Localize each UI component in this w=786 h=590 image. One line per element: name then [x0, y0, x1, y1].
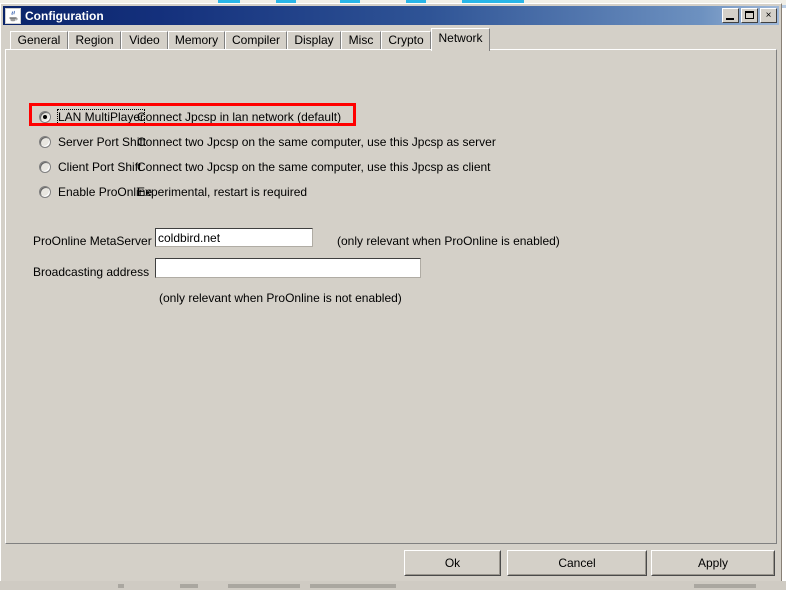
radio-label-client-port-shift: Client Port Shift	[58, 160, 142, 174]
tab-network[interactable]: Network	[431, 28, 490, 51]
window-title: Configuration	[25, 8, 104, 23]
close-icon: ×	[765, 10, 772, 21]
ok-button[interactable]: Ok	[404, 550, 501, 576]
label-broadcasting-address: Broadcasting address	[33, 265, 150, 279]
network-tab-content: LAN MultiPlayer Connect Jpcsp in lan netw…	[6, 50, 776, 543]
radio-row-client-port-shift[interactable]: Client Port Shift	[39, 158, 142, 176]
fringe-smudge	[118, 584, 124, 588]
input-broadcasting-address[interactable]	[155, 258, 421, 278]
radio-label-server-port-shift: Server Port Shift	[58, 135, 147, 149]
minimize-button[interactable]	[722, 8, 739, 23]
window-titlebar: Configuration ×	[3, 6, 779, 25]
radio-row-enable-proonline[interactable]: Enable ProOnline	[39, 183, 153, 201]
tab-misc[interactable]: Misc	[341, 31, 381, 50]
radio-button-server-port-shift[interactable]	[39, 136, 51, 148]
tab-bar: General Region Video Memory Compiler Display M…	[5, 28, 777, 51]
fringe-smudge	[180, 584, 198, 588]
tab-crypto[interactable]: Crypto	[381, 31, 431, 50]
radio-description-server-port-shift: Connect two Jpcsp on the same computer, …	[137, 135, 496, 149]
fringe-smudge	[694, 584, 756, 588]
maximize-icon	[745, 11, 754, 19]
network-tab-panel: LAN MultiPlayer Connect Jpcsp in lan netw…	[5, 49, 777, 544]
tab-video[interactable]: Video	[121, 31, 168, 50]
apply-button-label: Apply	[652, 551, 774, 575]
ok-button-label: Ok	[405, 551, 500, 575]
java-coffee-cup-icon	[5, 7, 21, 24]
apply-button[interactable]: Apply	[651, 550, 775, 576]
radio-description-enable-proonline: Experimental, restart is required	[137, 185, 308, 199]
note-broadcasting-address: (only relevant when ProOnline is not ena…	[159, 291, 402, 305]
configuration-window: Configuration × General Region Video Memory…	[0, 3, 782, 588]
radio-description-lan-multiplayer: Connect Jpcsp in lan network (default)	[137, 110, 342, 124]
tab-display[interactable]: Display	[287, 31, 341, 50]
radio-row-server-port-shift[interactable]: Server Port Shift	[39, 133, 147, 151]
tab-region[interactable]: Region	[68, 31, 121, 50]
tab-general[interactable]: General	[10, 31, 68, 50]
radio-button-enable-proonline[interactable]	[39, 186, 51, 198]
radio-button-client-port-shift[interactable]	[39, 161, 51, 173]
radio-row-lan-multiplayer[interactable]: LAN MultiPlayer	[39, 108, 146, 126]
fringe-smudge	[310, 584, 396, 588]
input-proonline-metaserver[interactable]	[155, 228, 313, 247]
radio-label-lan-multiplayer: LAN MultiPlayer	[57, 109, 146, 125]
radio-description-client-port-shift: Connect two Jpcsp on the same computer, …	[137, 160, 491, 174]
cancel-button[interactable]: Cancel	[507, 550, 647, 576]
maximize-button[interactable]	[741, 8, 758, 23]
note-proonline-metaserver: (only relevant when ProOnline is enabled…	[337, 234, 560, 248]
fringe-smudge	[228, 584, 300, 588]
close-button[interactable]: ×	[760, 8, 777, 23]
background-window-bottom-fringe	[0, 581, 786, 590]
cancel-button-label: Cancel	[508, 551, 646, 575]
minimize-icon	[726, 18, 734, 20]
tab-compiler[interactable]: Compiler	[225, 31, 287, 50]
label-proonline-metaserver: ProOnline MetaServer	[33, 234, 152, 248]
tab-memory[interactable]: Memory	[168, 31, 225, 50]
radio-button-lan-multiplayer[interactable]	[39, 111, 51, 123]
